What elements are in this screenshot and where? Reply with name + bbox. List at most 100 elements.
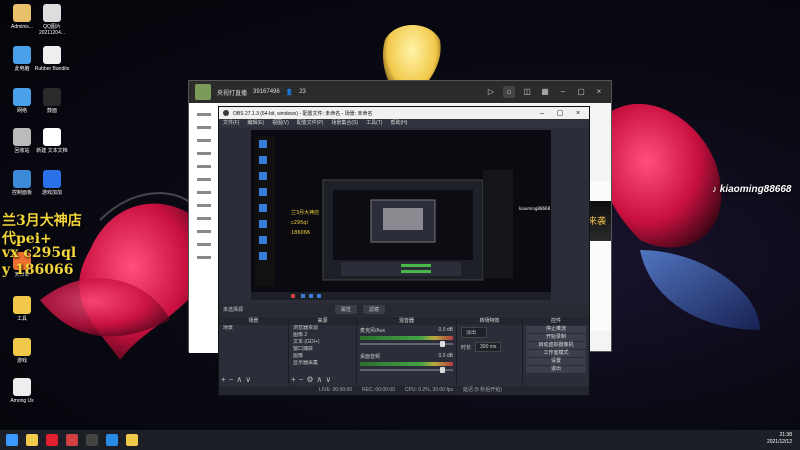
- text-file-icon: [43, 128, 61, 146]
- live-client-titlebar[interactable]: 央视打直播 39167496 👤 23 ▷ ⌂ ◫ ▦ – ▢ ×: [189, 81, 611, 103]
- desktop-icon[interactable]: QQ图片 20211204...: [34, 4, 70, 36]
- obs-preview[interactable]: 兰3月大神店 c295ql 186066 kiaoming88668: [251, 130, 551, 300]
- clock-time: 21:38: [779, 432, 792, 438]
- close-icon[interactable]: ×: [571, 110, 585, 117]
- obs-menu-item[interactable]: 帮助(H): [390, 119, 407, 128]
- start-recording-button[interactable]: 开始录制: [526, 334, 586, 341]
- image-file-icon: [43, 4, 61, 22]
- desktop-icon-label: 游戏加加: [41, 190, 62, 196]
- start-icon[interactable]: [6, 434, 18, 446]
- game-booster-icon: [43, 170, 61, 188]
- volume-slider[interactable]: [360, 367, 453, 373]
- home-icon[interactable]: ⌂: [503, 86, 515, 98]
- obs-menu-item[interactable]: 配置文件(P): [297, 119, 324, 128]
- desktop-icon-label: QQ图片 20211204...: [38, 24, 66, 36]
- source-item[interactable]: 窗口捕获: [289, 346, 356, 353]
- mixer-channel-mic[interactable]: 麦克风/Aux 0.0 dB: [357, 325, 456, 351]
- source-item[interactable]: 图像 2: [289, 332, 356, 339]
- volume-slider[interactable]: [360, 341, 453, 347]
- no-source-label: 未选择源: [223, 307, 244, 313]
- overlay-line-4: y 186066: [2, 262, 74, 278]
- obs-docks: 场景 场景 +−∧∨ 来源 浏览器资源 图像 2 文本 (GDI+) 窗口捕获 …: [219, 317, 589, 385]
- maximize-icon[interactable]: ▢: [553, 109, 567, 117]
- folder-icon[interactable]: [126, 434, 138, 446]
- obs-menu-item[interactable]: 工具(T): [366, 119, 382, 128]
- mixer-header: 混音器: [357, 317, 456, 325]
- netease-music-icon[interactable]: [46, 434, 58, 446]
- obs-statusbar: LIVE: 00:00:00 REC: 00:00:00 CPU: 0.2%, …: [219, 386, 589, 395]
- live-time: LIVE: 00:00:00: [319, 387, 353, 393]
- app-red-icon[interactable]: [66, 434, 78, 446]
- qq-icon[interactable]: [106, 434, 118, 446]
- tiktok-id: ♪ kiaoming88668: [712, 184, 792, 195]
- volume-meter: [360, 362, 453, 366]
- clock[interactable]: 21:38 2021/12/12: [767, 432, 792, 446]
- channel-name: 麦克风/Aux: [360, 328, 386, 334]
- obs-menu-item[interactable]: 编辑(E): [247, 119, 264, 128]
- gamepad-icon[interactable]: ◫: [521, 86, 533, 98]
- grid-icon[interactable]: ▦: [539, 86, 551, 98]
- controls-dock: 控件 停止推流 开始录制 启动虚拟摄像机 工作室模式 设置 退出: [523, 317, 589, 385]
- settings-button[interactable]: 设置: [526, 358, 586, 365]
- properties-button[interactable]: 属性: [335, 305, 358, 314]
- cpu-stats: CPU: 0.2%, 30.00 fps: [404, 387, 453, 393]
- sources-dock: 来源 浏览器资源 图像 2 文本 (GDI+) 窗口捕获 图像 显示器采集 +−…: [289, 317, 357, 385]
- desktop-icon[interactable]: Among Us: [4, 378, 40, 404]
- obs-title: OBS 27.1.3 (64-bit, windows) - 配置文件: 未命名…: [233, 110, 373, 117]
- source-item[interactable]: 浏览器资源: [289, 325, 356, 332]
- obs-window[interactable]: OBS 27.1.3 (64-bit, windows) - 配置文件: 未命名…: [218, 106, 590, 396]
- source-controls[interactable]: +−⚙∧∨: [291, 375, 334, 384]
- filters-button[interactable]: 滤镜: [363, 305, 386, 314]
- minimize-icon[interactable]: –: [535, 110, 549, 117]
- duration-input[interactable]: 300 ms: [475, 342, 502, 352]
- transitions-header: 转场特效: [457, 317, 522, 325]
- obs-menu-item[interactable]: 文件(F): [223, 119, 239, 128]
- volume-meter: [360, 336, 453, 340]
- source-item[interactable]: 文本 (GDI+): [289, 339, 356, 346]
- viewer-count: 23: [299, 89, 306, 95]
- desktop-icon[interactable]: 新建 文本文档: [34, 128, 70, 154]
- client-title: 央视打直播: [217, 90, 248, 97]
- stream-icon[interactable]: ▷: [485, 86, 497, 98]
- control-panel-icon: [13, 170, 31, 188]
- stop-streaming-button[interactable]: 停止推流: [526, 326, 586, 333]
- scenes-header: 场景: [219, 317, 288, 325]
- close-icon[interactable]: ×: [593, 86, 605, 98]
- desktop-icon[interactable]: 工具: [4, 296, 40, 322]
- desktop-icon-label: 游戏: [16, 358, 27, 364]
- virtual-camera-button[interactable]: 启动虚拟摄像机: [526, 342, 586, 349]
- desktop-icon[interactable]: 鼓面: [34, 88, 70, 114]
- game-file-icon: [43, 46, 61, 64]
- mixer-dock: 混音器 麦克风/Aux 0.0 dB 桌面音频 0.0 dB: [357, 317, 457, 385]
- obs-menu-item[interactable]: 视图(V): [272, 119, 289, 128]
- obs-menubar: 文件(F) 编辑(E) 视图(V) 配置文件(P) 场景集合(S) 工具(T) 帮助(H): [219, 119, 589, 128]
- avatar[interactable]: [195, 84, 211, 100]
- user-folder-icon: [13, 4, 31, 22]
- sources-header: 来源: [289, 317, 356, 325]
- desktop-icon[interactable]: 游戏加加: [34, 170, 70, 196]
- user-icon: 👤: [285, 89, 294, 96]
- exit-button[interactable]: 退出: [526, 366, 586, 373]
- svg-text:186066: 186066: [291, 230, 310, 236]
- svg-text:c295ql: c295ql: [291, 220, 308, 226]
- transition-select[interactable]: 淡出: [461, 327, 487, 338]
- scenes-dock: 场景 场景 +−∧∨: [219, 317, 289, 385]
- taskbar: 21:38 2021/12/12: [0, 430, 800, 450]
- source-item[interactable]: 图像: [289, 353, 356, 360]
- obs-icon[interactable]: [86, 434, 98, 446]
- minimize-icon[interactable]: –: [557, 86, 569, 98]
- scene-controls[interactable]: +−∧∨: [221, 375, 254, 384]
- maximize-icon[interactable]: ▢: [575, 86, 587, 98]
- desktop-icon[interactable]: 游戏: [4, 338, 40, 364]
- obs-menu-item[interactable]: 场景集合(S): [331, 119, 358, 128]
- preview-capture: 兰3月大神店 c295ql 186066 kiaoming88668: [251, 130, 551, 300]
- folder-icon: [13, 296, 31, 314]
- desktop-icon[interactable]: Rubber Bandits: [34, 46, 70, 72]
- scene-item[interactable]: 场景: [219, 325, 288, 332]
- obs-titlebar[interactable]: OBS 27.1.3 (64-bit, windows) - 配置文件: 未命名…: [219, 107, 589, 119]
- mixer-channel-desktop[interactable]: 桌面音频 0.0 dB: [357, 351, 456, 377]
- source-item[interactable]: 显示器采集: [289, 360, 356, 367]
- file-explorer-icon[interactable]: [26, 434, 38, 446]
- desktop-icon-label: Among Us: [10, 398, 34, 404]
- studio-mode-button[interactable]: 工作室模式: [526, 350, 586, 357]
